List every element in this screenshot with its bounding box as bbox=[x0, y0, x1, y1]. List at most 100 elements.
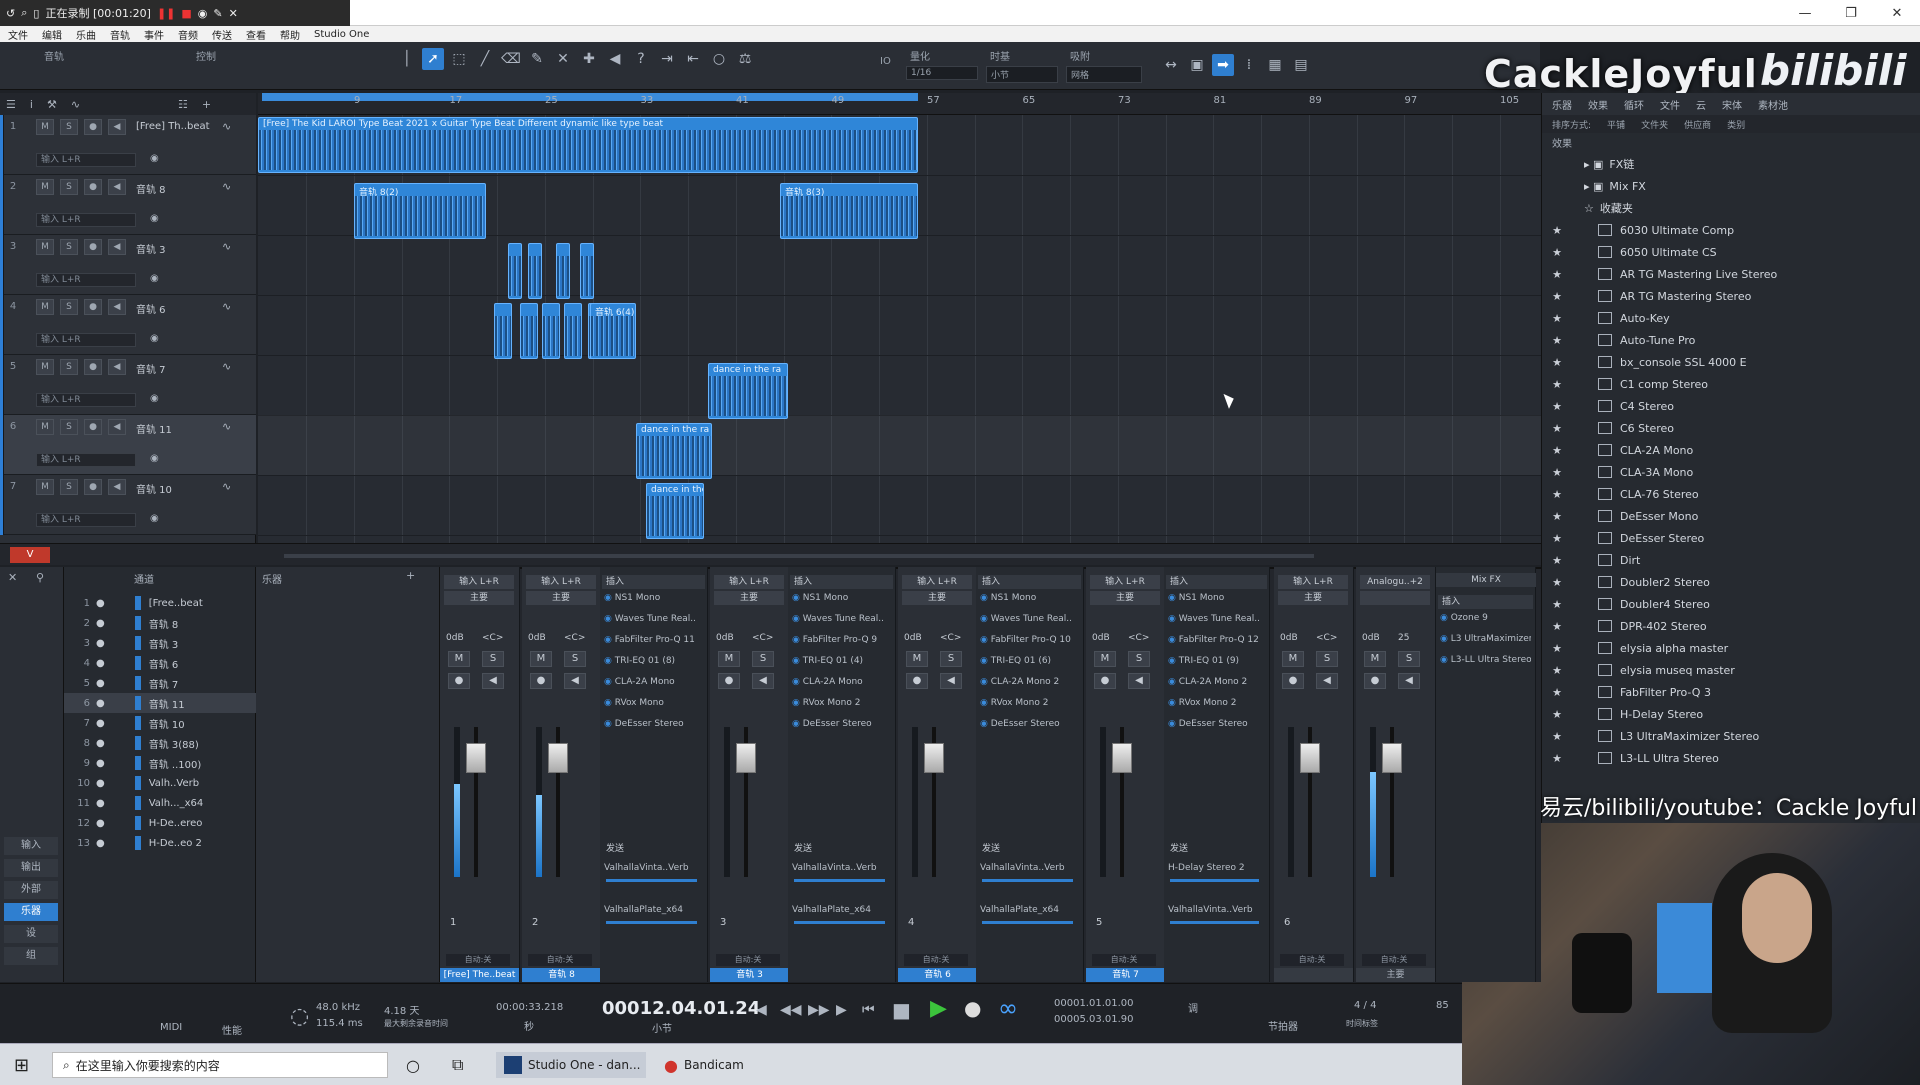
star-icon[interactable]: ★ bbox=[1548, 686, 1566, 699]
insert-plugin[interactable]: Ozone 9 bbox=[1440, 613, 1531, 626]
solo-button[interactable]: S bbox=[60, 299, 78, 315]
inspector-icon[interactable]: i bbox=[30, 98, 33, 111]
sends-header[interactable]: 发送 bbox=[602, 841, 705, 855]
prev-marker-icon[interactable]: ◀ bbox=[756, 1002, 767, 1018]
menu-item[interactable]: 乐曲 bbox=[76, 27, 96, 42]
monitor-button[interactable]: ◀ bbox=[482, 673, 504, 689]
browser-item[interactable]: ★ CLA-3A Mono bbox=[1542, 461, 1920, 483]
channel-list-item[interactable]: 3 ● 音轨 3 bbox=[64, 633, 256, 653]
follow-icon[interactable]: ➡ bbox=[1212, 54, 1234, 76]
mixer-v-button[interactable]: V bbox=[10, 547, 50, 563]
send-item[interactable]: ValhallaVinta..Verb bbox=[792, 863, 891, 875]
automation-mode[interactable]: 自动:关 bbox=[1362, 954, 1426, 966]
browser-tab[interactable]: 素材池 bbox=[1758, 97, 1788, 112]
loop-zoom-icon[interactable]: ○ bbox=[708, 48, 730, 70]
monitor-button[interactable]: ◀ bbox=[108, 299, 126, 315]
listen-tool-icon[interactable]: ◀ bbox=[604, 48, 626, 70]
browser-item[interactable]: ★ CLA-76 Stereo bbox=[1542, 483, 1920, 505]
channel-list-item[interactable]: 9 ● 音轨 ..100) bbox=[64, 753, 256, 773]
monitor-toggle-icon[interactable]: ◉ bbox=[150, 333, 159, 344]
mixer-view-button[interactable]: 乐器 bbox=[4, 903, 58, 921]
browser-tab[interactable]: 乐器 bbox=[1552, 97, 1572, 112]
browser-item[interactable]: ★ C6 Stereo bbox=[1542, 417, 1920, 439]
browser-item[interactable]: ★ H-Delay Stereo bbox=[1542, 703, 1920, 725]
track-input-select[interactable]: 输入 L+R bbox=[36, 153, 136, 167]
insert-plugin[interactable]: TRI-EQ 01 (9) bbox=[1168, 656, 1265, 669]
insert-plugin[interactable]: CLA-2A Mono 2 bbox=[1168, 677, 1265, 690]
paint-tool-icon[interactable]: ✎ bbox=[526, 48, 548, 70]
send-item[interactable]: ValhallaVinta..Verb bbox=[1168, 905, 1265, 917]
record-button[interactable]: ● bbox=[530, 673, 552, 689]
fader-handle[interactable] bbox=[1112, 743, 1132, 773]
visibility-icon[interactable]: ● bbox=[96, 658, 105, 669]
link-icon[interactable]: ↔ bbox=[1160, 54, 1182, 76]
menu-item[interactable]: 查看 bbox=[246, 27, 266, 42]
mixer-view-button[interactable]: 外部 bbox=[4, 881, 58, 899]
search-icon[interactable]: ⌕ bbox=[21, 6, 27, 20]
insert-plugin[interactable]: DeEsser Stereo bbox=[980, 719, 1079, 732]
star-icon[interactable]: ★ bbox=[1548, 356, 1566, 369]
pan-readout[interactable]: 25 bbox=[1398, 633, 1426, 646]
browser-item[interactable]: ★ FabFilter Pro-Q 3 bbox=[1542, 681, 1920, 703]
channel-name[interactable]: 音轨 8 bbox=[522, 968, 601, 982]
channel-output[interactable]: 主要 bbox=[714, 591, 784, 605]
insert-plugin[interactable]: TRI-EQ 01 (4) bbox=[792, 656, 891, 669]
channel-list-item[interactable]: 12 ● H-De..ereo bbox=[64, 813, 256, 833]
monitor-button[interactable]: ◀ bbox=[1316, 673, 1338, 689]
fader-handle[interactable] bbox=[924, 743, 944, 773]
star-icon[interactable]: ★ bbox=[1548, 488, 1566, 501]
star-icon[interactable]: ★ bbox=[1548, 510, 1566, 523]
mute-button[interactable]: M bbox=[1364, 651, 1386, 667]
solo-button[interactable]: S bbox=[60, 179, 78, 195]
star-icon[interactable]: ★ bbox=[1548, 642, 1566, 655]
menu-item[interactable]: 传送 bbox=[212, 27, 232, 42]
browser-tab[interactable]: 云 bbox=[1696, 97, 1706, 112]
star-icon[interactable]: ★ bbox=[1548, 598, 1566, 611]
insert-plugin[interactable]: FabFilter Pro-Q 11 bbox=[604, 635, 703, 648]
time-signature[interactable]: 4 / 4 bbox=[1354, 1000, 1376, 1011]
channel-output[interactable]: 主要 bbox=[1278, 591, 1348, 605]
fader-handle[interactable] bbox=[466, 743, 486, 773]
send-level-bar[interactable] bbox=[794, 879, 885, 882]
browser-item[interactable]: ★ AR TG Mastering Live Stereo bbox=[1542, 263, 1920, 285]
volume-readout[interactable]: 0dB bbox=[1092, 633, 1120, 646]
pan-readout[interactable]: <C> bbox=[1316, 633, 1344, 646]
visibility-icon[interactable]: ● bbox=[96, 818, 105, 829]
insert-plugin[interactable]: NS1 Mono bbox=[1168, 593, 1265, 606]
eraser-tool-icon[interactable]: ⌫ bbox=[500, 48, 522, 70]
browser-item[interactable]: ★ Dirt bbox=[1542, 549, 1920, 571]
track-name[interactable]: 音轨 6 bbox=[136, 301, 166, 316]
send-item[interactable]: H-Delay Stereo 2 bbox=[1168, 863, 1265, 875]
insert-plugin[interactable]: TRI-EQ 01 (8) bbox=[604, 656, 703, 669]
mute-button[interactable]: M bbox=[36, 239, 54, 255]
record-button[interactable]: ● bbox=[1364, 673, 1386, 689]
star-icon[interactable]: ★ bbox=[1548, 444, 1566, 457]
solo-button[interactable]: S bbox=[564, 651, 586, 667]
track-name[interactable]: 音轨 3 bbox=[136, 241, 166, 256]
record-arm-button[interactable]: ● bbox=[84, 479, 102, 495]
monitor-toggle-icon[interactable]: ◉ bbox=[150, 513, 159, 524]
star-icon[interactable]: ★ bbox=[1548, 224, 1566, 237]
channel-list-item[interactable]: 11 ● Valh..._x64 bbox=[64, 793, 256, 813]
waveform-icon[interactable]: ∿ bbox=[222, 480, 231, 493]
star-icon[interactable]: ★ bbox=[1548, 334, 1566, 347]
visibility-icon[interactable]: ● bbox=[96, 598, 105, 609]
monitor-toggle-icon[interactable]: ◉ bbox=[150, 153, 159, 164]
channel-name[interactable]: 音轨 3 bbox=[710, 968, 789, 982]
waveform-icon[interactable]: ∿ bbox=[222, 120, 231, 133]
insert-plugin[interactable]: DeEsser Stereo bbox=[1168, 719, 1265, 732]
record-button[interactable]: ● bbox=[718, 673, 740, 689]
send-item[interactable]: ValhallaVinta..Verb bbox=[604, 863, 703, 875]
insert-header[interactable]: 插入 bbox=[1166, 575, 1267, 589]
monitor-button[interactable]: ◀ bbox=[752, 673, 774, 689]
monitor-button[interactable]: ◀ bbox=[108, 239, 126, 255]
insert-header[interactable]: 插入 bbox=[790, 575, 893, 589]
loop-button-icon[interactable]: ∞ bbox=[998, 994, 1018, 1022]
automation-mode[interactable]: 自动:关 bbox=[1092, 954, 1156, 966]
insert-plugin[interactable]: NS1 Mono bbox=[980, 593, 1079, 606]
send-item[interactable]: ValhallaVinta..Verb bbox=[980, 863, 1079, 875]
channel-list-item[interactable]: 4 ● 音轨 6 bbox=[64, 653, 256, 673]
browser-item[interactable]: ★ DeEsser Mono bbox=[1542, 505, 1920, 527]
arrange-view[interactable]: [Free] The Kid LAROI Type Beat 2021 x Gu… bbox=[258, 93, 1541, 543]
help-icon[interactable]: ? bbox=[630, 48, 652, 70]
